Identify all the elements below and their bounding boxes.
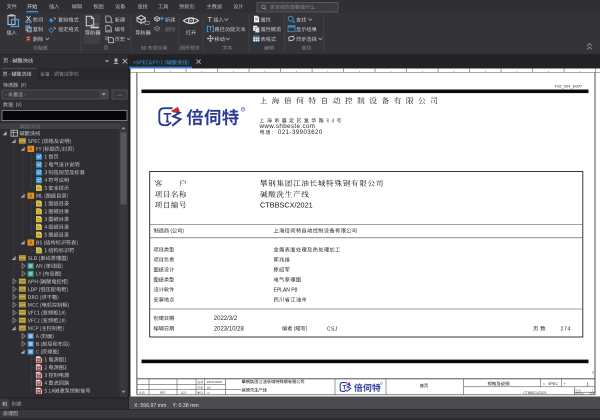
svg-text:+: + <box>564 382 566 386</box>
svg-text:EPLAN P8: EPLAN P8 <box>274 288 298 294</box>
svg-text:=: = <box>543 382 545 386</box>
svg-text:2023/10/28: 2023/10/28 <box>214 326 245 332</box>
svg-text:2022/3/2: 2022/3/2 <box>214 316 238 322</box>
svg-text:274: 274 <box>589 392 594 396</box>
svg-text:csj: csj <box>207 386 211 390</box>
svg-text:X: 556.97 mm: X: 556.97 mm <box>134 403 166 409</box>
svg-text:R: R <box>242 108 244 111</box>
svg-text:CTBBSCX/2021: CTBBSCX/2021 <box>260 201 313 210</box>
svg-text:SPEC: SPEC <box>548 382 558 386</box>
svg-text:2023/10/28: 2023/10/28 <box>207 380 222 384</box>
svg-text:...: ... <box>118 92 123 98</box>
svg-text:F26_004_E007: F26_004_E007 <box>555 83 583 88</box>
svg-text:T: T <box>208 15 213 24</box>
svg-text:www.shbeste.com: www.shbeste.com <box>259 123 316 130</box>
svg-text:Y: 0.38 mm: Y: 0.38 mm <box>173 403 199 409</box>
svg-text:021-39903620: 021-39903620 <box>278 130 323 136</box>
svg-text:274: 274 <box>561 326 571 332</box>
svg-text:2: 2 <box>592 371 594 375</box>
svg-text:CSJ: CSJ <box>327 326 338 332</box>
svg-text:CTBBSCX/2021: CTBBSCX/2021 <box>523 391 546 395</box>
